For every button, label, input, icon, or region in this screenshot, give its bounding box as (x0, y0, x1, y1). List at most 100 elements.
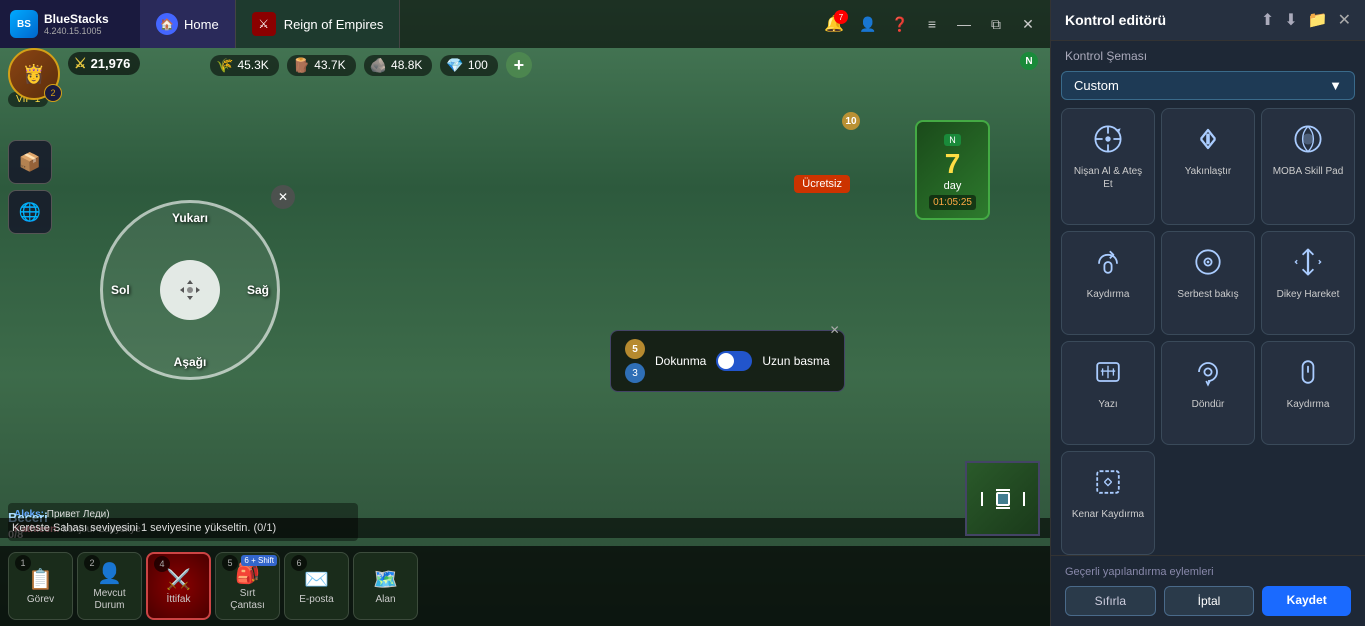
account-button[interactable]: 👤 (854, 10, 882, 38)
game-tab[interactable]: ⚔ Reign of Empires (236, 0, 401, 48)
bottom-section-label: Geçerli yapılandırma eylemleri (1065, 566, 1351, 578)
menu-button[interactable]: ≡ (918, 10, 946, 38)
freelook-icon (1188, 242, 1228, 282)
popup-badges: 5 3 (625, 339, 645, 383)
panel-titlebar: Kontrol editörü ⬆ ⬇ 📁 ✕ (1051, 0, 1365, 41)
game-icon: ⚔ (252, 12, 276, 36)
ctrl-edgescroll[interactable]: Kenar Kaydırma (1061, 451, 1155, 555)
badge-3: 3 (625, 363, 645, 383)
aim-fire-icon (1088, 119, 1128, 159)
bluestacks-logo: BS BlueStacks 4.240.15.1005 (0, 0, 140, 48)
minimap-content (967, 463, 1038, 534)
top-bar: BS BlueStacks 4.240.15.1005 🏠 Home ⚔ Rei… (0, 0, 1050, 48)
task-icon: 📋 (28, 567, 53, 592)
popup-close[interactable]: ✕ (830, 323, 840, 337)
notification-bar: Kereste Sahası seviyesini 1 seviyesine y… (0, 518, 1050, 538)
ctrl-text[interactable]: Yazı (1061, 341, 1155, 445)
stone-icon: 🪨 (370, 57, 387, 74)
vertical-icon (1288, 242, 1328, 282)
text-label: Yazı (1098, 398, 1117, 411)
toggle-knob (718, 353, 734, 369)
backpack-button[interactable]: 5 6 + Shift 🎒 SırtÇantası (215, 552, 280, 620)
joystick-down-label: Aşağı (174, 355, 207, 369)
free-badge[interactable]: Ücretsiz (794, 175, 850, 193)
schema-label: Kontrol Şeması (1051, 41, 1365, 67)
player-avatar[interactable]: 👸 2 (8, 48, 60, 100)
rotate-icon (1188, 352, 1228, 392)
help-button[interactable]: ❓ (886, 10, 914, 38)
ctrl-aim-fire[interactable]: Nişan Al & Ateş Et (1061, 108, 1155, 225)
alliance-icon: ⚔️ (166, 567, 191, 592)
swipe-icon (1088, 242, 1128, 282)
ctrl-moba[interactable]: MOBA Skill Pad (1261, 108, 1355, 225)
folder-icon[interactable]: 📁 (1308, 10, 1328, 30)
bottom-bar: 1 📋 Görev 2 👤 MevcutDurum 4 ⚔️ İttifak 5… (0, 546, 1050, 626)
home-tab[interactable]: 🏠 Home (140, 0, 236, 48)
notification-n-badge: N (1020, 52, 1038, 70)
panel-title-controls: ⬆ ⬇ 📁 ✕ (1261, 10, 1351, 30)
controls-grid: Nişan Al & Ateş Et Yakınlaştır (1051, 108, 1365, 555)
minimize-button[interactable]: — (950, 10, 978, 38)
bluestacks-icon: BS (10, 10, 38, 38)
seven-day-banner[interactable]: N 7 day 01:05:25 (915, 120, 990, 220)
touch-toggle[interactable] (716, 351, 752, 371)
joystick-close[interactable]: ✕ (271, 185, 295, 209)
map-badge-10: 10 (842, 112, 860, 130)
gem-icon: 💎 (446, 57, 463, 74)
minimap[interactable] (965, 461, 1040, 536)
ctrl-scroll[interactable]: Kaydırma (1261, 341, 1355, 445)
minimap-cross (981, 489, 1025, 509)
status-button[interactable]: 2 👤 MevcutDurum (77, 552, 142, 620)
moba-label: MOBA Skill Pad (1273, 165, 1344, 178)
joystick[interactable]: ✕ Yukarı Aşağı Sol Sağ (100, 200, 280, 380)
ctrl-rotate[interactable]: Döndür (1161, 341, 1255, 445)
add-resource-button[interactable]: + (506, 52, 532, 78)
right-panel: Kontrol editörü ⬆ ⬇ 📁 ✕ Kontrol Şeması C… (1050, 0, 1365, 626)
upload-icon[interactable]: ⬆ (1261, 10, 1274, 30)
ctrl-freelook[interactable]: Serbest bakış (1161, 231, 1255, 335)
gem-resource: 💎 100 (440, 55, 497, 76)
bluestacks-info: BlueStacks 4.240.15.1005 (44, 12, 109, 36)
joystick-left-label: Sol (111, 283, 130, 297)
edgescroll-icon (1088, 462, 1128, 502)
rotate-label: Döndür (1192, 398, 1225, 411)
ctrl-swipe[interactable]: Kaydırma (1061, 231, 1155, 335)
drag-icon (176, 276, 204, 304)
joystick-ring[interactable]: Yukarı Aşağı Sol Sağ (100, 200, 280, 380)
area-button[interactable]: 🗺️ Alan (353, 552, 418, 620)
food-icon: 🌾 (216, 57, 233, 74)
status-icon: 👤 (97, 561, 122, 586)
left-icon-1[interactable]: 📦 (8, 140, 52, 184)
sword-icon: ⚔ (74, 55, 87, 72)
home-icon: 🏠 (156, 13, 178, 35)
game-viewport[interactable]: BS BlueStacks 4.240.15.1005 🏠 Home ⚔ Rei… (0, 0, 1050, 626)
download-icon[interactable]: ⬇ (1284, 10, 1297, 30)
panel-close-button[interactable]: ✕ (1338, 10, 1351, 30)
save-button[interactable]: Kaydet (1262, 586, 1351, 616)
ctrl-vertical[interactable]: Dikey Hareket (1261, 231, 1355, 335)
joystick-up-label: Yukarı (172, 211, 208, 225)
freelook-label: Serbest bakış (1177, 288, 1238, 301)
task-button[interactable]: 1 📋 Görev (8, 552, 73, 620)
cancel-button[interactable]: İptal (1164, 586, 1255, 616)
joystick-right-label: Sağ (247, 283, 269, 297)
close-button[interactable]: ✕ (1014, 10, 1042, 38)
left-icon-2[interactable]: 🌐 (8, 190, 52, 234)
maximize-button[interactable]: ⧉ (982, 10, 1010, 38)
custom-dropdown[interactable]: Custom ▼ (1061, 71, 1355, 100)
ctrl-zoom[interactable]: Yakınlaştır (1161, 108, 1255, 225)
scroll-icon (1288, 352, 1328, 392)
swipe-label: Kaydırma (1087, 288, 1130, 301)
wood-icon: 🪵 (293, 57, 310, 74)
sword-resource: ⚔ 21,976 (68, 52, 140, 75)
joystick-center[interactable] (160, 260, 220, 320)
zoom-icon (1188, 119, 1228, 159)
notification-button[interactable]: 🔔 7 (818, 8, 850, 40)
area-icon: 🗺️ (373, 567, 398, 592)
left-side-icons: 📦 🌐 (8, 140, 52, 234)
email-button[interactable]: 6 ✉️ E-posta (284, 552, 349, 620)
alliance-button[interactable]: 4 ⚔️ İttifak (146, 552, 211, 620)
bottom-buttons: Sıfırla İptal Kaydet (1065, 586, 1351, 616)
food-resource: 🌾 45.3K (210, 55, 279, 76)
reset-button[interactable]: Sıfırla (1065, 586, 1156, 616)
